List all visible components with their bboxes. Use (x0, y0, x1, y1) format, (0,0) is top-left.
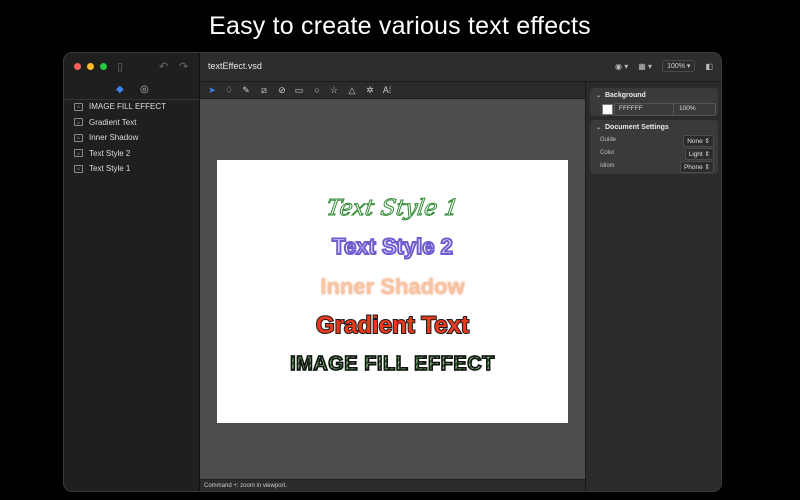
close-window-button[interactable] (74, 63, 81, 70)
text-layer-icon: A (74, 118, 83, 127)
edit-box-icon[interactable]: ⧄ (258, 84, 270, 96)
pencil-icon[interactable]: ✎ (240, 84, 252, 96)
guide-row: Guide None ⇕ (600, 135, 714, 147)
layer-label: Text Style 1 (89, 164, 131, 174)
chevron-down-icon[interactable]: ⌄ (596, 93, 601, 99)
guide-select[interactable]: None ⇕ (683, 135, 714, 147)
background-section-header: ⌄ Background (596, 92, 646, 99)
layer-item[interactable]: A Text Style 1 (64, 161, 199, 177)
layer-label: Gradient Text (89, 117, 137, 127)
layer-label: Text Style 2 (89, 148, 131, 158)
idiom-value: Phone (683, 164, 703, 171)
view-controls: ◉ ▾ ▦ ▾ 100% ▾ ◧ (615, 60, 713, 72)
background-hex-value[interactable]: FFFFFF (619, 105, 643, 112)
color-select[interactable]: Light ⇕ (684, 148, 714, 160)
sidebar-toolbar: ▯ ↶ ↷ (114, 59, 191, 75)
text-style-2[interactable]: Text Style 2 (217, 233, 568, 260)
color-label: Color (600, 150, 615, 156)
rectangle-icon[interactable]: ▭ (293, 84, 305, 96)
artboard[interactable]: Text Style 1 Text Style 2 Inner Shadow G… (217, 160, 568, 423)
sidebar-toggle-icon[interactable]: ▯ (117, 59, 123, 75)
image-fill-text[interactable]: IMAGE FILL EFFECT (217, 352, 568, 376)
layer-item[interactable]: A Inner Shadow (64, 130, 199, 146)
chevron-down-icon[interactable]: ⌄ (596, 125, 601, 131)
status-bar: Command +: zoom in viewport. (200, 479, 585, 491)
gear-shape-icon[interactable]: ✲ (364, 84, 376, 96)
document-settings-section: ⌄ Document Settings Guide None ⇕ Color L… (590, 120, 718, 174)
layer-list: A IMAGE FILL EFFECT A Gradient Text A In… (64, 99, 199, 177)
inspector-panel: ⌄ Background FFFFFF 100% ⌄ Document Sett… (585, 82, 721, 491)
undo-icon[interactable]: ↶ (159, 59, 168, 75)
layers-sidebar: ▯ ↶ ↷ ◆ ◎ A IMAGE FILL EFFECT A Gradient… (64, 53, 200, 491)
text-layer-icon: A (74, 149, 83, 158)
idiom-row: Idiom Phone ⇕ (600, 161, 714, 173)
layer-item[interactable]: A IMAGE FILL EFFECT (64, 99, 199, 115)
layers-tab-icon[interactable]: ◆ (116, 83, 124, 97)
headline: Easy to create various text effects (209, 12, 591, 40)
zoom-select[interactable]: 100% ▾ (662, 60, 696, 72)
background-opacity-value[interactable]: 100% (679, 105, 696, 112)
palette-tab-icon[interactable]: ◎ (140, 83, 149, 97)
document-settings-title: Document Settings (604, 124, 669, 131)
window-controls (74, 63, 107, 70)
background-color-swatch[interactable] (602, 104, 613, 115)
inner-shadow-text[interactable]: Inner Shadow (217, 274, 568, 300)
minimize-window-button[interactable] (87, 63, 94, 70)
inspector-toggle-icon[interactable]: ◧ (705, 62, 713, 71)
color-row: Color Light ⇕ (600, 148, 714, 160)
app-window: ▯ ↶ ↷ ◆ ◎ A IMAGE FILL EFFECT A Gradient… (64, 53, 721, 491)
gradient-text[interactable]: Gradient Text (217, 311, 568, 340)
star-icon[interactable]: ☆ (328, 84, 340, 96)
layer-label: IMAGE FILL EFFECT (89, 102, 167, 112)
layer-item[interactable]: A Text Style 2 (64, 146, 199, 162)
guide-label: Guide (600, 137, 617, 143)
text-tool-icon[interactable]: A⁞ (381, 84, 393, 96)
idiom-label: Idiom (600, 163, 615, 169)
text-style-1[interactable]: Text Style 1 (215, 196, 570, 222)
sidebar-tabs: ◆ ◎ (64, 83, 199, 97)
background-color-field[interactable]: FFFFFF 100% (614, 103, 716, 116)
guide-value: None (687, 138, 703, 145)
ellipse-icon[interactable]: ○ (311, 84, 323, 96)
grid-icon[interactable]: ▦ ▾ (638, 62, 652, 71)
layer-item[interactable]: A Gradient Text (64, 115, 199, 131)
canvas-viewport[interactable]: Text Style 1 Text Style 2 Inner Shadow G… (200, 99, 585, 479)
maximize-window-button[interactable] (100, 63, 107, 70)
triangle-icon[interactable]: △ (346, 84, 358, 96)
background-section: ⌄ Background FFFFFF 100% (590, 88, 718, 116)
idiom-select[interactable]: Phone ⇕ (679, 161, 714, 173)
preview-eye-icon[interactable]: ◉ ▾ (615, 62, 628, 71)
background-title: Background (604, 92, 646, 99)
field-divider (673, 104, 674, 115)
zoom-value: 100% (667, 63, 685, 70)
text-layer-icon: A (74, 164, 83, 173)
document-settings-header: ⌄ Document Settings (596, 124, 669, 131)
tools-bar: ➤ ♢ ✎ ⧄ ⊘ ▭ ○ ☆ △ ✲ A⁞ (200, 82, 585, 99)
slice-icon[interactable]: ⊘ (276, 84, 288, 96)
pen-tool-icon[interactable]: ♢ (223, 84, 235, 96)
select-arrow-icon[interactable]: ➤ (206, 84, 218, 96)
layer-label: Inner Shadow (89, 133, 139, 143)
text-layer-icon: A (74, 133, 83, 142)
redo-icon[interactable]: ↷ (179, 59, 188, 75)
color-value: Light (688, 151, 703, 158)
text-layer-icon: A (74, 102, 83, 111)
title-toolbar: textEffect.vsd ◉ ▾ ▦ ▾ 100% ▾ ◧ (200, 53, 721, 82)
document-title: textEffect.vsd (208, 61, 262, 71)
